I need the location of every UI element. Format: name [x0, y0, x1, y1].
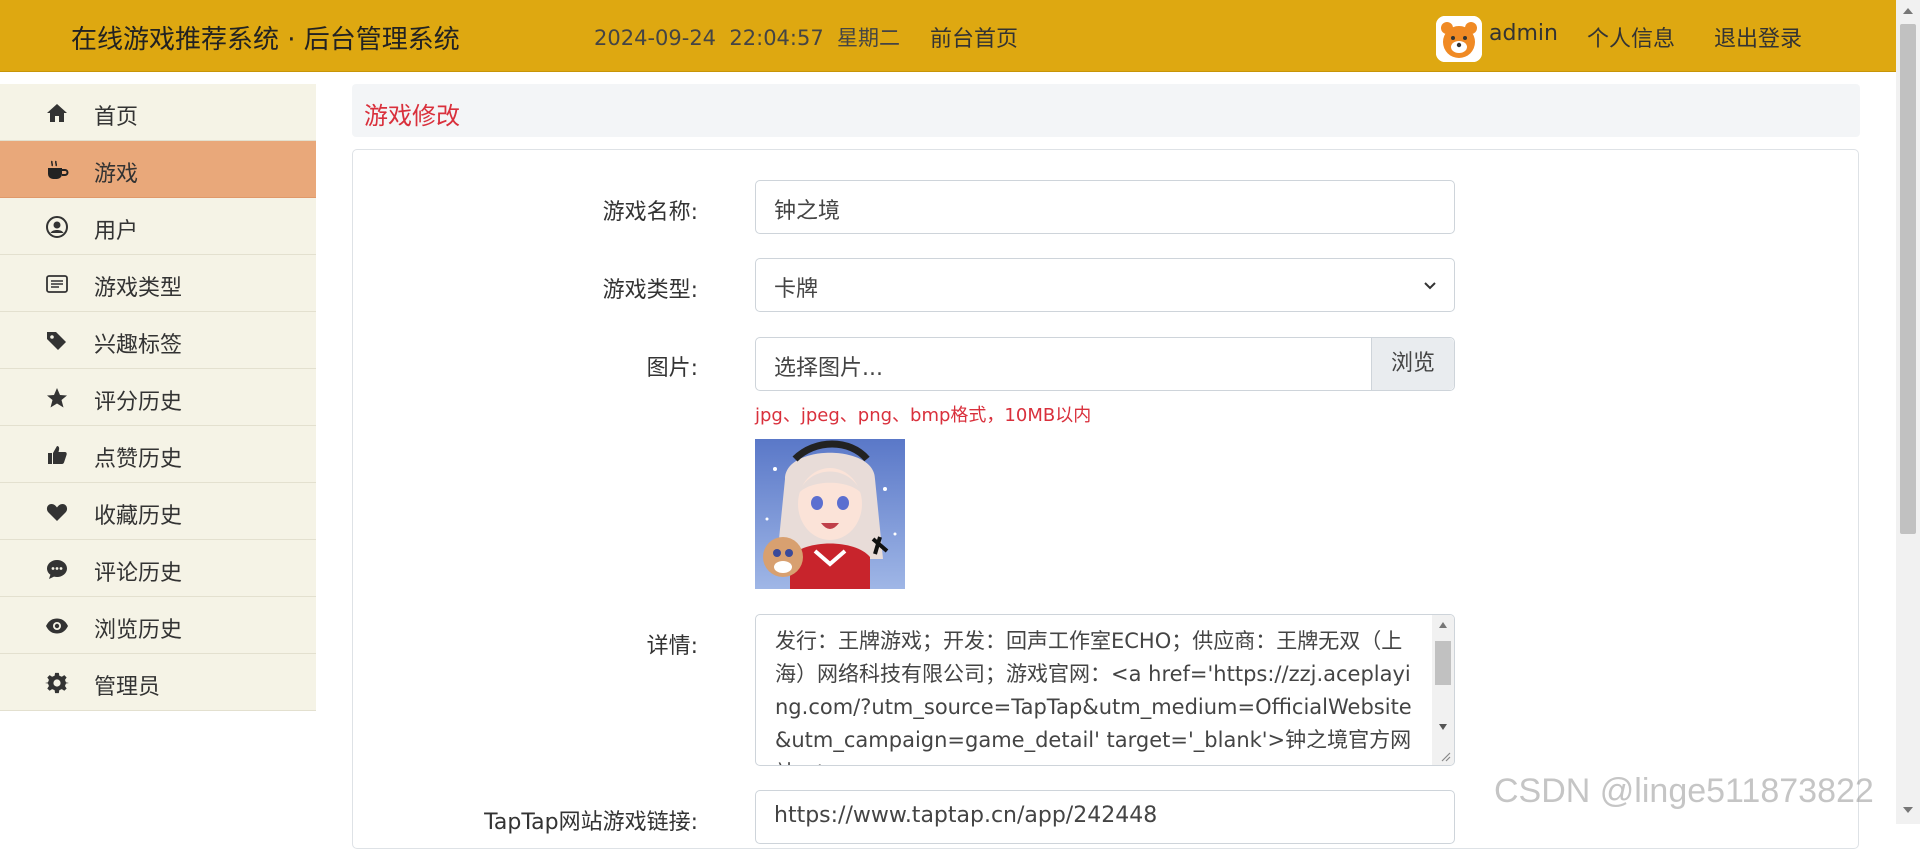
page-scroll-up-icon[interactable]	[1902, 7, 1914, 15]
sidebar-item-label: 兴趣标签	[94, 333, 183, 358]
image-file-placeholder: 选择图片...	[774, 356, 883, 381]
sidebar-item-label: 浏览历史	[94, 618, 183, 643]
sidebar-item-interest-tags[interactable]: 兴趣标签	[0, 312, 316, 369]
detail-text: 发行：王牌游戏；开发：回声工作室ECHO；供应商：王牌无双（上海）网络科技有限公…	[775, 629, 1412, 765]
detail-textarea[interactable]: 发行：王牌游戏；开发：回声工作室ECHO；供应商：王牌无双（上海）网络科技有限公…	[755, 614, 1455, 766]
bear-avatar-icon	[1436, 16, 1482, 62]
heart-icon	[46, 504, 68, 521]
detail-label: 详情:	[646, 634, 698, 659]
sidebar-item-label: 评分历史	[94, 390, 183, 415]
sidebar-item-label: 游戏	[94, 162, 139, 187]
game-cover-image	[755, 439, 905, 589]
sidebar-item-label: 点赞历史	[94, 447, 183, 472]
scroll-up-icon[interactable]	[1438, 621, 1448, 629]
resize-grip-icon[interactable]	[1439, 750, 1451, 762]
game-type-select[interactable]: 卡牌	[755, 258, 1455, 312]
tags-icon	[47, 332, 66, 350]
sidebar-item-users[interactable]: 用户	[0, 198, 316, 255]
watermark: CSDN @linge511873822	[1494, 772, 1874, 810]
sidebar-item-game-types[interactable]: 游戏类型	[0, 255, 316, 312]
game-type-label: 游戏类型:	[602, 278, 698, 303]
front-page-link[interactable]: 前台首页	[930, 21, 1018, 53]
game-type-value: 卡牌	[774, 277, 819, 302]
user-circle-icon	[46, 216, 68, 238]
sidebar: 首页 游戏 用户 游戏类型 兴趣标签 评分历史 点赞历史 收藏历史 评论历史 浏…	[0, 84, 316, 711]
sidebar-item-label: 游戏类型	[94, 276, 183, 301]
username-label[interactable]: admin	[1489, 21, 1558, 46]
sidebar-item-comment-history[interactable]: 评论历史	[0, 540, 316, 597]
sidebar-item-label: 收藏历史	[94, 504, 183, 529]
system-title: 在线游戏推荐系统 · 后台管理系统	[71, 25, 460, 55]
image-format-hint: jpg、jpeg、png、bmp格式，10MB以内	[755, 405, 1092, 426]
taptap-link-label: TapTap网站游戏链接:	[484, 810, 698, 835]
anime-character-image	[755, 439, 905, 589]
sidebar-item-games[interactable]: 游戏	[0, 141, 316, 198]
logout-link[interactable]: 退出登录	[1714, 21, 1802, 53]
image-label: 图片:	[646, 356, 698, 381]
browse-button[interactable]: 浏览	[1371, 338, 1454, 390]
sidebar-item-like-history[interactable]: 点赞历史	[0, 426, 316, 483]
sidebar-item-label: 用户	[94, 219, 139, 244]
textarea-scrollbar[interactable]	[1432, 615, 1454, 765]
sidebar-item-label: 首页	[94, 105, 139, 130]
home-icon	[47, 104, 67, 122]
image-file-input[interactable]: 选择图片... 浏览	[755, 337, 1455, 391]
sidebar-item-admins[interactable]: 管理员	[0, 654, 316, 711]
sidebar-item-favorite-history[interactable]: 收藏历史	[0, 483, 316, 540]
list-icon	[46, 275, 68, 293]
game-name-label: 游戏名称:	[602, 200, 698, 225]
sidebar-item-label: 管理员	[94, 675, 161, 700]
avatar[interactable]	[1436, 16, 1482, 62]
page-title: 游戏修改	[364, 102, 460, 130]
textarea-scroll-thumb[interactable]	[1435, 641, 1451, 685]
coffee-icon	[48, 160, 69, 179]
thumbs-up-icon	[48, 446, 67, 464]
sidebar-item-browse-history[interactable]: 浏览历史	[0, 597, 316, 654]
chevron-down-icon	[1424, 282, 1436, 290]
page-scroll-thumb[interactable]	[1900, 24, 1916, 534]
datetime-display: 2024-09-24 22:04:57 星期二	[594, 26, 901, 50]
sidebar-item-label: 评论历史	[94, 561, 183, 586]
page-scroll-down-icon[interactable]	[1902, 806, 1914, 814]
profile-link[interactable]: 个人信息	[1587, 21, 1675, 53]
gear-icon	[45, 672, 69, 694]
star-icon	[47, 388, 67, 408]
sidebar-item-rating-history[interactable]: 评分历史	[0, 369, 316, 426]
game-name-input[interactable]: 钟之境	[755, 180, 1455, 234]
sidebar-item-home[interactable]: 首页	[0, 84, 316, 141]
comment-icon	[47, 560, 67, 579]
eye-icon	[46, 618, 68, 634]
top-header: 在线游戏推荐系统 · 后台管理系统 2024-09-24 22:04:57 星期…	[0, 0, 1896, 72]
page-heading-bar: 游戏修改	[352, 84, 1860, 137]
page-scrollbar[interactable]	[1896, 0, 1920, 824]
taptap-link-input[interactable]: https://www.taptap.cn/app/242448	[755, 790, 1455, 844]
scroll-down-icon[interactable]	[1438, 723, 1448, 731]
